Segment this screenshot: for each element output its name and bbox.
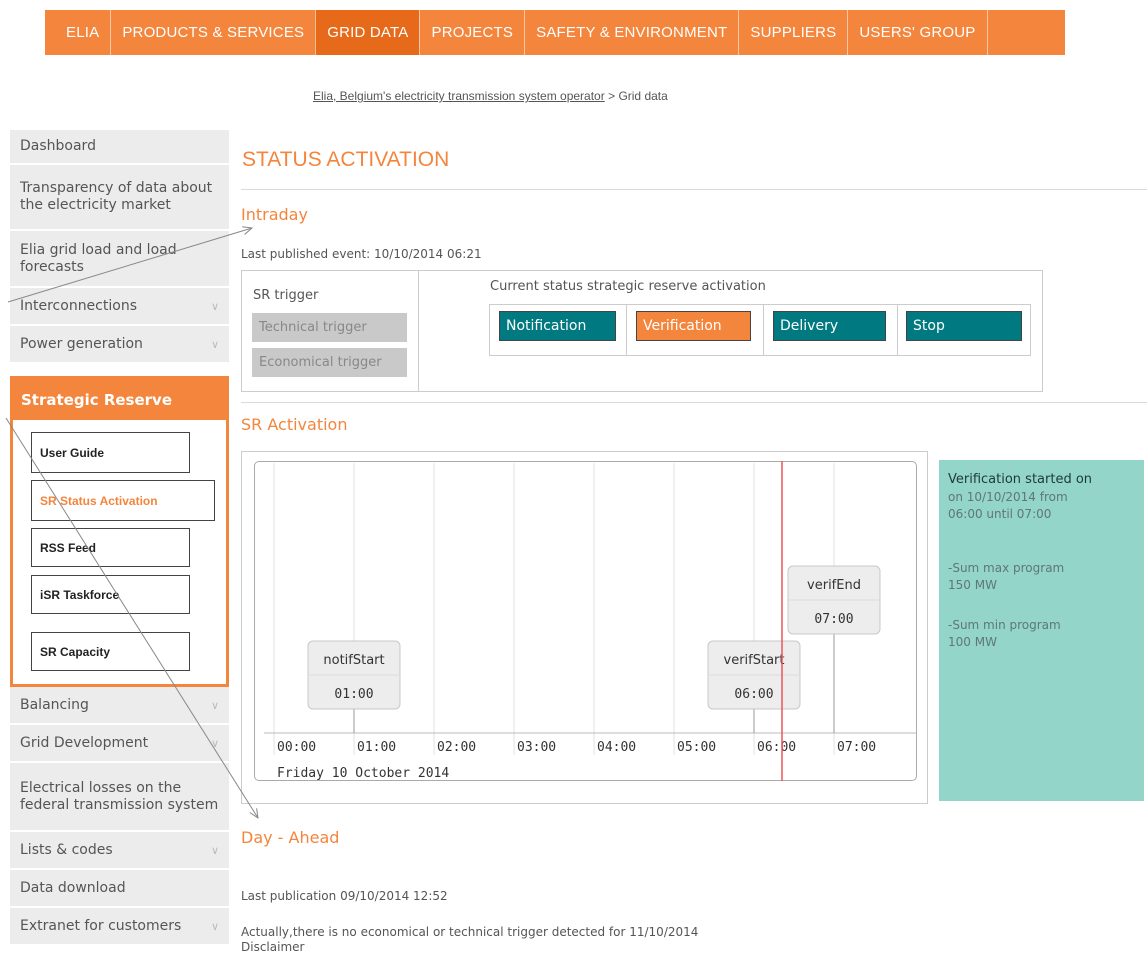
annotation-arrow-1 xyxy=(7,228,252,303)
annotation-arrows xyxy=(5,0,1147,955)
annotation-arrow-2 xyxy=(5,417,258,818)
